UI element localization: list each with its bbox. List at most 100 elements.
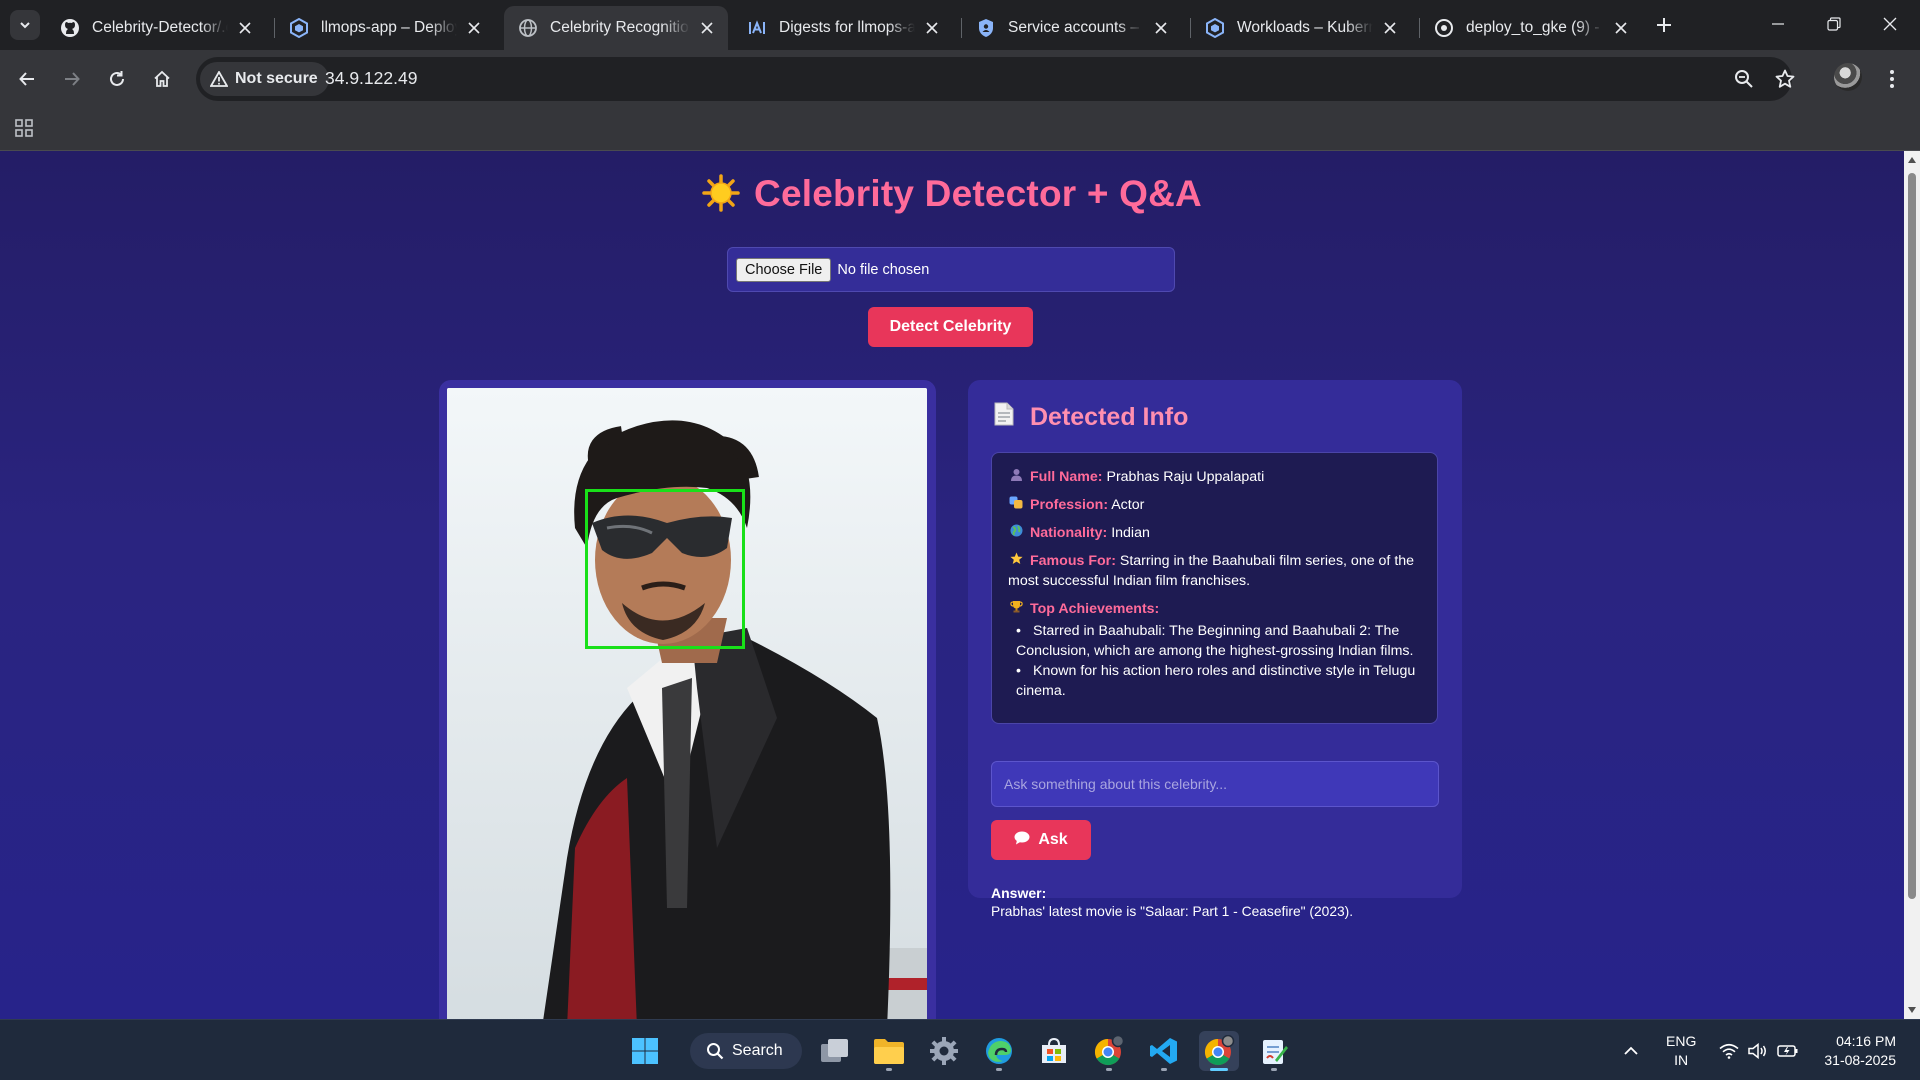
detected-info-panel: Full Name: Prabhas Raju Uppalapati Profe… bbox=[991, 452, 1438, 724]
vscode-button[interactable] bbox=[1144, 1031, 1184, 1071]
page-scrollbar[interactable] bbox=[1904, 151, 1920, 1019]
gke-icon bbox=[289, 18, 309, 38]
task-view-button[interactable] bbox=[815, 1031, 855, 1071]
tab-workloads[interactable]: Workloads – Kubernet bbox=[1191, 6, 1411, 50]
bust-icon bbox=[1008, 467, 1024, 487]
tab-title: Digests for llmops-ap bbox=[779, 19, 915, 36]
globe-icon bbox=[518, 18, 538, 38]
running-indicator bbox=[1161, 1068, 1167, 1071]
clock[interactable]: 04:16 PM 31-08-2025 bbox=[1818, 1032, 1896, 1070]
settings-button[interactable] bbox=[924, 1031, 964, 1071]
menu-dots-icon[interactable] bbox=[1880, 64, 1904, 94]
ask-button[interactable]: Ask bbox=[991, 820, 1091, 860]
tab-github[interactable]: Celebrity-Detector/.c bbox=[46, 6, 266, 50]
tab-title: Workloads – Kubernet bbox=[1237, 19, 1373, 36]
close-icon[interactable] bbox=[921, 17, 943, 39]
system-tray[interactable] bbox=[1714, 1031, 1804, 1071]
home-button[interactable] bbox=[147, 64, 177, 94]
tab-llmops-deploy[interactable]: llmops-app – Deploy bbox=[275, 6, 495, 50]
chrome-button[interactable] bbox=[1199, 1031, 1239, 1071]
apps-grid-icon[interactable] bbox=[12, 116, 36, 140]
microsoft-store-button[interactable] bbox=[1034, 1031, 1074, 1071]
running-indicator bbox=[1106, 1068, 1112, 1071]
close-icon[interactable] bbox=[696, 17, 718, 39]
close-icon[interactable] bbox=[463, 17, 485, 39]
show-hidden-icons-button[interactable] bbox=[1613, 1031, 1649, 1071]
bookmark-star-icon[interactable] bbox=[1773, 67, 1797, 91]
close-icon[interactable] bbox=[1379, 17, 1401, 39]
restore-button[interactable] bbox=[1806, 0, 1862, 48]
zoom-icon[interactable] bbox=[1732, 67, 1756, 91]
full-name-value: Prabhas Raju Uppalapati bbox=[1106, 469, 1265, 485]
image-card bbox=[439, 380, 936, 1019]
bookmarks-bar bbox=[0, 108, 1920, 151]
tab-search-button[interactable] bbox=[10, 10, 40, 40]
file-input[interactable]: Choose File No file chosen bbox=[727, 247, 1175, 292]
ask-button-label: Ask bbox=[1038, 831, 1068, 848]
scroll-up-icon[interactable] bbox=[1908, 157, 1916, 163]
scroll-down-icon[interactable] bbox=[1908, 1007, 1916, 1013]
reload-button[interactable] bbox=[102, 64, 132, 94]
settings-gear-icon bbox=[930, 1037, 958, 1065]
start-button[interactable] bbox=[625, 1031, 665, 1071]
file-explorer-button[interactable] bbox=[869, 1031, 909, 1071]
back-button[interactable] bbox=[12, 64, 42, 94]
close-icon bbox=[1883, 17, 1897, 31]
info-row-full-name: Full Name: Prabhas Raju Uppalapati bbox=[1008, 467, 1422, 487]
github-actions-icon bbox=[1434, 18, 1454, 38]
github-icon bbox=[60, 18, 80, 38]
achievement-item: • Starred in Baahubali: The Beginning and… bbox=[1016, 623, 1414, 659]
iam-icon bbox=[976, 18, 996, 38]
choose-file-button[interactable]: Choose File bbox=[736, 257, 832, 282]
tab-title: Celebrity-Detector/.c bbox=[92, 19, 228, 36]
detect-celebrity-button[interactable]: Detect Celebrity bbox=[868, 307, 1033, 347]
minimize-icon bbox=[1772, 23, 1784, 25]
page-title-text: Celebrity Detector + Q&A bbox=[754, 173, 1202, 214]
tab-strip: Celebrity-Detector/.c llmops-app – Deplo… bbox=[0, 0, 1920, 50]
vscode-icon bbox=[1150, 1038, 1177, 1064]
question-input[interactable]: Ask something about this celebrity... bbox=[991, 761, 1439, 807]
security-indicator[interactable]: Not secure bbox=[200, 62, 329, 96]
tab-title: Celebrity Recognition bbox=[550, 19, 690, 36]
running-indicator bbox=[1210, 1068, 1228, 1071]
chrome-profile-button[interactable] bbox=[1089, 1031, 1129, 1071]
close-icon[interactable] bbox=[1150, 17, 1172, 39]
close-window-button[interactable] bbox=[1862, 0, 1918, 48]
arrow-right-icon bbox=[65, 72, 80, 86]
tab-deploy-to-gke[interactable]: deploy_to_gke (9) - 9 bbox=[1420, 6, 1642, 50]
url-text[interactable]: 34.9.122.49 bbox=[325, 68, 417, 89]
close-icon[interactable] bbox=[234, 17, 256, 39]
info-row-famous-for: Famous For: Starring in the Baahubali fi… bbox=[1008, 552, 1415, 589]
sun-icon bbox=[702, 174, 740, 221]
chevron-down-icon bbox=[20, 22, 30, 29]
chevron-up-icon bbox=[1624, 1046, 1638, 1055]
file-status: No file chosen bbox=[837, 261, 930, 278]
warning-icon bbox=[210, 71, 228, 87]
achievement-item: • Known for his action hero roles and dis… bbox=[1016, 663, 1416, 699]
tab-celebrity-recognition[interactable]: Celebrity Recognition bbox=[504, 6, 728, 50]
tab-digests[interactable]: Digests for llmops-ap bbox=[733, 6, 953, 50]
close-icon[interactable] bbox=[1610, 17, 1632, 39]
minimize-button[interactable] bbox=[1750, 0, 1806, 48]
forward-button[interactable] bbox=[57, 64, 87, 94]
celebrity-photo bbox=[447, 388, 927, 1019]
edge-button[interactable] bbox=[979, 1031, 1019, 1071]
new-tab-button[interactable] bbox=[1651, 12, 1677, 38]
folder-icon bbox=[874, 1039, 904, 1064]
chrome-icon bbox=[1204, 1035, 1235, 1066]
clock-date: 31-08-2025 bbox=[1824, 1052, 1896, 1068]
profile-avatar[interactable] bbox=[1834, 63, 1862, 91]
taskbar-search[interactable]: Search bbox=[690, 1033, 802, 1069]
chrome-profile-icon bbox=[1094, 1035, 1125, 1066]
plus-icon bbox=[1657, 18, 1671, 32]
tab-service-accounts[interactable]: Service accounts – IA bbox=[962, 6, 1182, 50]
taskbar-search-label: Search bbox=[732, 1042, 783, 1059]
address-bar[interactable]: Not secure 34.9.122.49 bbox=[196, 57, 1795, 101]
running-indicator bbox=[886, 1068, 892, 1071]
scroll-thumb[interactable] bbox=[1908, 173, 1916, 899]
trophy-icon bbox=[1008, 599, 1024, 619]
language-indicator[interactable]: ENG IN bbox=[1666, 1032, 1696, 1070]
search-icon bbox=[707, 1043, 724, 1060]
notepad-button[interactable] bbox=[1254, 1031, 1294, 1071]
volume-icon bbox=[1748, 1043, 1766, 1059]
